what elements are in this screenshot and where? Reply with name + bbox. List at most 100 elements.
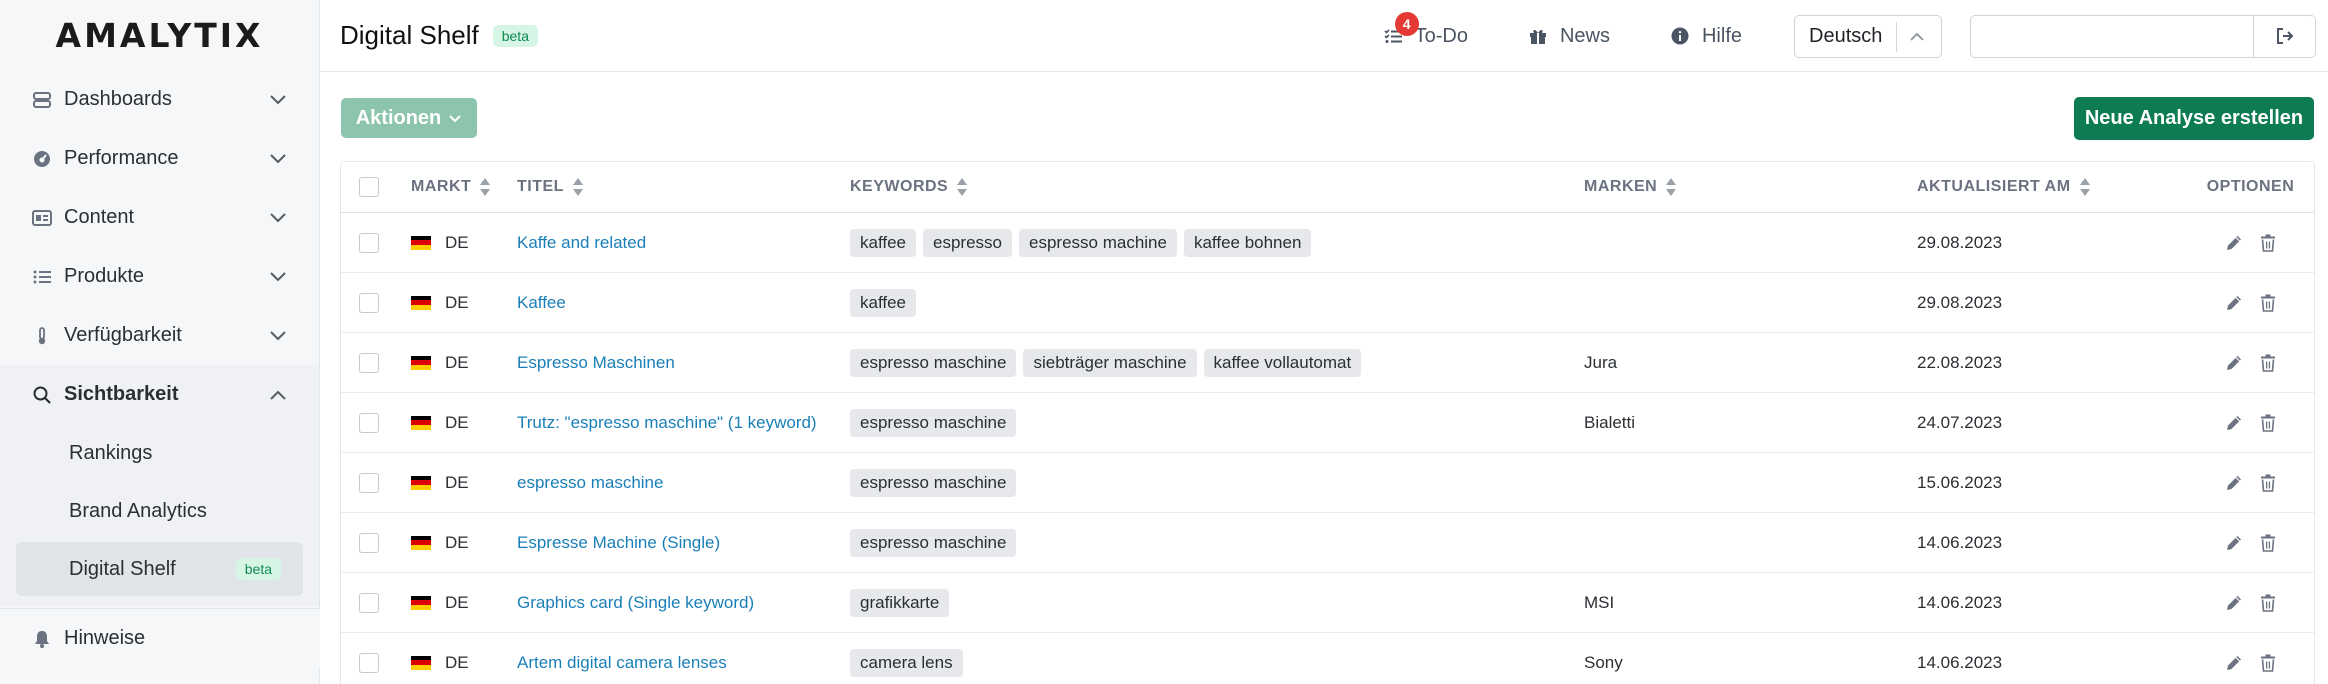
performance-icon: [32, 149, 52, 169]
select-all-checkbox[interactable]: [359, 177, 379, 197]
keyword-tags: kaffee: [850, 288, 1584, 317]
col-date-header[interactable]: AKTUALISIERT AM: [1917, 177, 2187, 197]
sidebar-item-label: Verfügbarkeit: [64, 324, 182, 346]
analysis-title-link[interactable]: Graphics card (Single keyword): [517, 593, 754, 613]
keyword-tag: espresso maschine: [850, 348, 1017, 377]
edit-pencil-icon[interactable]: [2224, 353, 2244, 373]
table-row[interactable]: DE Kaffee kaffee 29.08.2023: [341, 273, 2314, 333]
keyword-tags: espresso maschine siebträger maschine kaff…: [850, 348, 1584, 377]
col-label: OPTIONEN: [2206, 178, 2295, 195]
market-code: DE: [445, 292, 469, 312]
table-row[interactable]: DE Espresso Maschinen espresso maschine s…: [341, 333, 2314, 393]
table-row[interactable]: DE Trutz: "espresso maschine" (1 keyword…: [341, 393, 2314, 453]
hilfe-link[interactable]: Hilfe: [1670, 25, 1742, 48]
keyword-tags: espresso maschine: [850, 408, 1584, 437]
sidebar-item-performance[interactable]: Performance: [0, 129, 319, 188]
sidebar: AMALYTIX Dashboards Performance Content …: [0, 0, 320, 684]
table-row[interactable]: DE Artem digital camera lenses camera le…: [341, 633, 2314, 684]
delete-trash-icon[interactable]: [2258, 233, 2278, 253]
analysis-title-link[interactable]: Espresse Machine (Single): [517, 533, 720, 553]
delete-trash-icon[interactable]: [2258, 413, 2278, 433]
news-label: News: [1559, 24, 1610, 47]
sort-icon[interactable]: [956, 177, 968, 197]
delete-trash-icon[interactable]: [2258, 653, 2278, 673]
logout-icon[interactable]: [2253, 15, 2315, 57]
content-icon: [32, 208, 52, 228]
sidebar-item-content[interactable]: Content: [0, 188, 319, 247]
sidebar-item-label: Produkte: [64, 265, 145, 287]
analysis-title-link[interactable]: Kaffee: [517, 293, 566, 313]
col-marken-header[interactable]: MARKEN: [1584, 177, 1917, 197]
sort-icon[interactable]: [2079, 177, 2091, 197]
col-label: KEYWORDS: [850, 178, 949, 195]
sort-icon[interactable]: [479, 177, 491, 197]
sidebar-item-hinweise[interactable]: Hinweise: [0, 609, 320, 668]
analysis-title-link[interactable]: Artem digital camera lenses: [517, 653, 727, 673]
edit-pencil-icon[interactable]: [2224, 653, 2244, 673]
sidebar-item-produkte[interactable]: Produkte: [0, 247, 319, 306]
row-checkbox[interactable]: [359, 472, 379, 493]
news-link[interactable]: News: [1528, 25, 1610, 48]
beta-badge: beta: [492, 24, 538, 47]
market-code: DE: [445, 532, 469, 552]
edit-pencil-icon[interactable]: [2224, 593, 2244, 613]
keyword-tag: espresso maschine: [850, 528, 1017, 557]
analysis-title-link[interactable]: Kaffe and related: [517, 233, 646, 253]
edit-pencil-icon[interactable]: [2224, 293, 2244, 313]
row-checkbox[interactable]: [359, 292, 379, 313]
updated-date: 24.07.2023: [1917, 412, 2003, 432]
row-checkbox[interactable]: [359, 352, 379, 373]
edit-pencil-icon[interactable]: [2224, 473, 2244, 493]
delete-trash-icon[interactable]: [2258, 353, 2278, 373]
table-row[interactable]: DE espresso maschine espresso maschine 1…: [341, 453, 2314, 513]
keyword-tag: espresso maschine: [850, 468, 1017, 497]
table-row[interactable]: DE Kaffe and related kaffee espresso espre…: [341, 213, 2314, 273]
row-checkbox[interactable]: [359, 532, 379, 553]
col-label: MARKEN: [1584, 178, 1658, 195]
analysis-title-link[interactable]: Espresso Maschinen: [517, 353, 675, 373]
account-input[interactable]: [1971, 15, 2253, 57]
edit-pencil-icon[interactable]: [2224, 233, 2244, 253]
sidebar-subitem-digital-shelf[interactable]: Digital Shelf beta: [16, 542, 303, 596]
analysis-title-link[interactable]: espresso maschine: [517, 473, 663, 493]
search-icon: [32, 385, 52, 405]
row-checkbox[interactable]: [359, 412, 379, 433]
chevron-down-icon: [269, 209, 287, 227]
delete-trash-icon[interactable]: [2258, 593, 2278, 613]
actions-dropdown-button[interactable]: Aktionen: [341, 98, 477, 138]
language-select[interactable]: Deutsch: [1794, 14, 1942, 58]
delete-trash-icon[interactable]: [2258, 473, 2278, 493]
table-row[interactable]: DE Graphics card (Single keyword) grafik…: [341, 573, 2314, 633]
row-checkbox[interactable]: [359, 232, 379, 253]
sort-icon[interactable]: [572, 177, 584, 197]
select-divider: [1896, 21, 1897, 52]
keyword-tags: grafikkarte: [850, 588, 1584, 617]
edit-pencil-icon[interactable]: [2224, 533, 2244, 553]
chevron-up-icon: [269, 386, 287, 404]
hilfe-label: Hilfe: [1701, 24, 1742, 47]
analysis-title-link[interactable]: Trutz: "espresso maschine" (1 keyword): [517, 413, 817, 433]
col-keywords-header[interactable]: KEYWORDS: [850, 177, 1584, 197]
edit-pencil-icon[interactable]: [2224, 413, 2244, 433]
sidebar-item-dashboards[interactable]: Dashboards: [0, 70, 319, 129]
create-analysis-button[interactable]: Neue Analyse erstellen: [2074, 97, 2314, 140]
account-field[interactable]: [1970, 14, 2316, 58]
col-markt-header[interactable]: MARKT: [411, 177, 517, 197]
germany-flag-icon: [411, 595, 431, 610]
sidebar-subitem-rankings[interactable]: Rankings: [0, 424, 319, 482]
amalytix-logo[interactable]: AMALYTIX: [0, 0, 319, 70]
col-titel-header[interactable]: TITEL: [517, 177, 850, 197]
delete-trash-icon[interactable]: [2258, 293, 2278, 313]
todo-link[interactable]: 4 To-Do: [1383, 11, 1468, 48]
sidebar-item-verfuegbarkeit[interactable]: Verfügbarkeit: [0, 306, 319, 365]
sidebar-item-sichtbarkeit[interactable]: Sichtbarkeit: [0, 365, 319, 424]
sidebar-subitem-brand-analytics[interactable]: Brand Analytics: [0, 482, 319, 540]
germany-flag-icon: [411, 655, 431, 670]
row-checkbox[interactable]: [359, 592, 379, 613]
table-row[interactable]: DE Espresse Machine (Single) espresso ma…: [341, 513, 2314, 573]
row-checkbox[interactable]: [359, 652, 379, 673]
sort-icon[interactable]: [1665, 177, 1677, 197]
delete-trash-icon[interactable]: [2258, 533, 2278, 553]
actions-label: Aktionen: [355, 106, 442, 129]
germany-flag-icon: [411, 235, 431, 250]
